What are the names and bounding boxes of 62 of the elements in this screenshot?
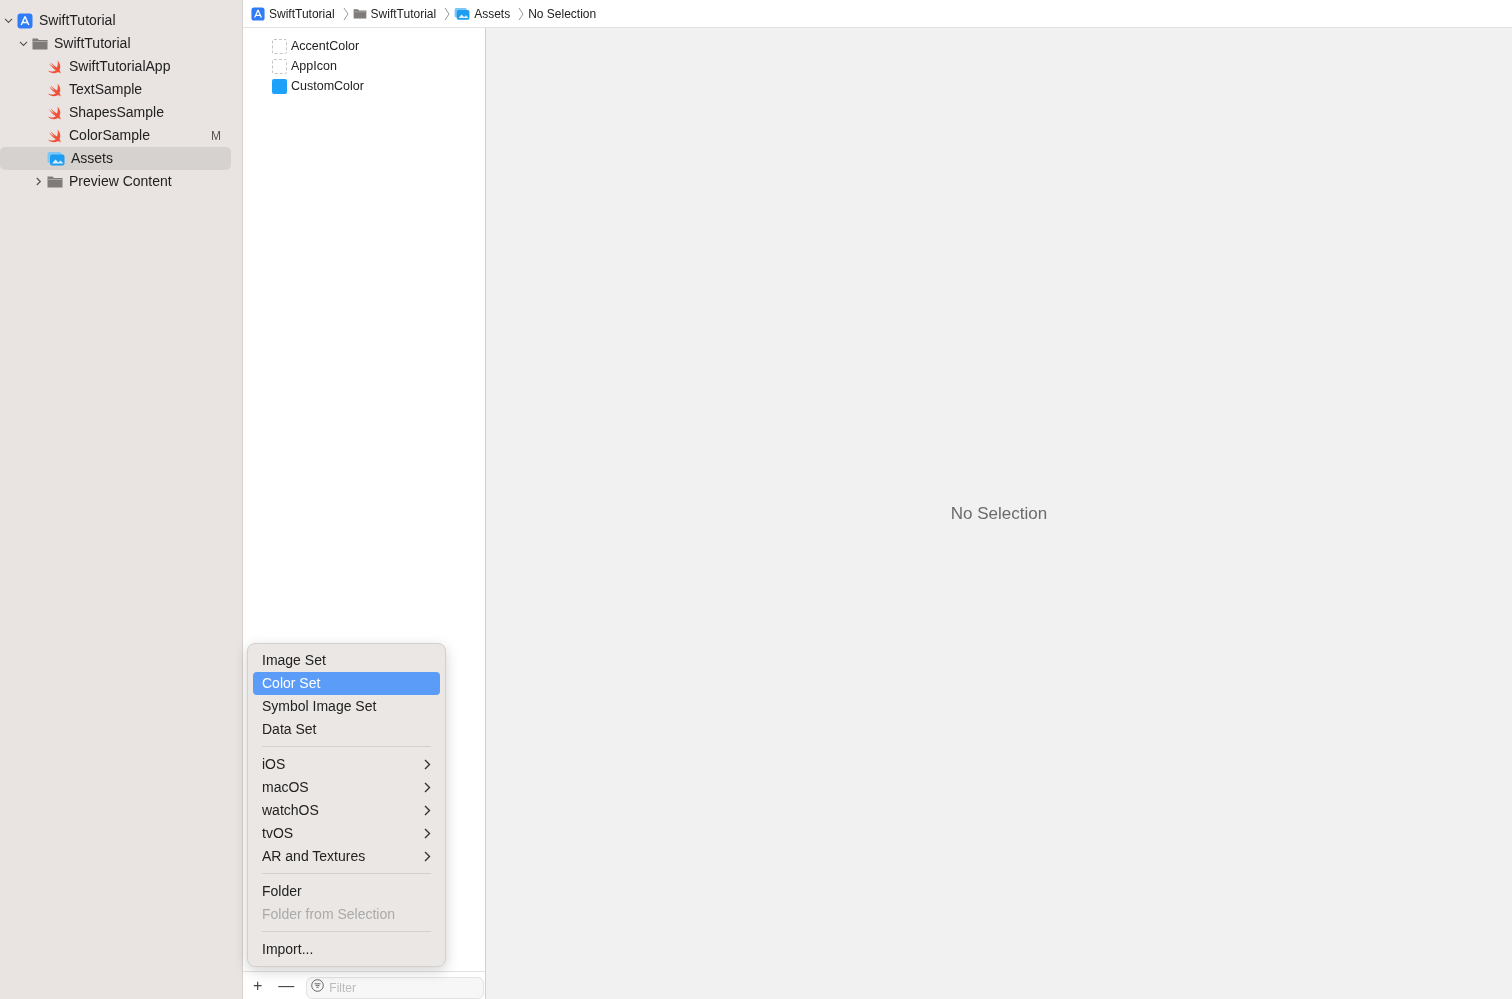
empty-swatch [272, 38, 287, 54]
asset-catalog-icon [454, 6, 471, 21]
menu-item[interactable]: iOS [253, 753, 440, 776]
status-letter: M [211, 127, 221, 145]
submenu-chevron-icon [424, 828, 431, 839]
menu-item[interactable]: Data Set [253, 718, 440, 741]
separator-chevron-icon [444, 6, 451, 21]
empty-state-text: No Selection [950, 502, 1048, 525]
submenu-chevron-icon [424, 782, 431, 793]
asset-row[interactable]: AccentColor [243, 36, 485, 56]
submenu-chevron-icon [424, 805, 431, 816]
filter-field[interactable]: Filter [306, 976, 485, 999]
file-name: SwiftTutorialApp [69, 57, 171, 76]
separator-chevron-icon [518, 6, 525, 21]
disclosure-chevron-icon[interactable] [18, 39, 28, 48]
breadcrumb-item[interactable]: No Selection [528, 4, 597, 23]
remove-button[interactable]: — [274, 977, 299, 994]
submenu-chevron-icon [424, 851, 431, 862]
file-name: Preview Content [69, 172, 172, 191]
app-icon [17, 12, 33, 29]
disclosure-chevron-icon[interactable] [3, 16, 13, 25]
asset-name: AppIcon [291, 57, 337, 75]
breadcrumb-item[interactable]: SwiftTutorial [269, 4, 335, 23]
navigator-row[interactable]: SwiftTutorial [0, 32, 231, 55]
navigator-row[interactable]: Preview Content [0, 170, 231, 193]
menu-item[interactable]: Image Set [253, 649, 440, 672]
app-icon [251, 6, 265, 21]
submenu-chevron-icon [424, 759, 431, 770]
navigator-row[interactable]: ShapesSample [0, 101, 231, 124]
folder-icon [32, 37, 48, 50]
menu-item[interactable]: AR and Textures [253, 845, 440, 868]
menu-item[interactable]: watchOS [253, 799, 440, 822]
menu-item[interactable]: Import... [253, 938, 440, 961]
asset-catalog-icon [47, 150, 65, 167]
separator-chevron-icon [342, 6, 349, 21]
file-name: SwiftTutorial [39, 11, 116, 30]
empty-swatch [272, 58, 287, 74]
navigator-row[interactable]: TextSample [0, 78, 231, 101]
disclosure-chevron-icon[interactable] [33, 177, 43, 186]
breadcrumb-item[interactable]: Assets [474, 4, 511, 23]
file-name: SwiftTutorial [54, 34, 131, 53]
menu-item[interactable]: Symbol Image Set [253, 695, 440, 718]
filter-icon [311, 978, 325, 992]
add-button[interactable]: + [249, 977, 267, 994]
breadcrumb-item[interactable]: SwiftTutorial [370, 4, 437, 23]
menu-item[interactable]: Folder [253, 880, 440, 903]
navigator-row[interactable]: ColorSample M [0, 124, 231, 147]
file-name: ColorSample [69, 126, 150, 145]
asset-name: AccentColor [291, 37, 360, 55]
asset-row[interactable]: AppIcon [243, 56, 485, 76]
navigator-row[interactable]: Assets [0, 147, 231, 170]
file-name: ShapesSample [69, 103, 164, 122]
navigator-row[interactable]: SwiftTutorialApp [0, 55, 231, 78]
file-name: Assets [71, 149, 113, 168]
asset-name: CustomColor [291, 77, 364, 95]
menu-item[interactable]: tvOS [253, 822, 440, 845]
folder-icon [352, 8, 367, 19]
navigator-row[interactable]: SwiftTutorial [0, 9, 231, 32]
folder-icon [47, 175, 63, 188]
file-name: TextSample [69, 80, 143, 99]
asset-row[interactable]: CustomColor [243, 76, 485, 96]
menu-item[interactable]: macOS [253, 776, 440, 799]
